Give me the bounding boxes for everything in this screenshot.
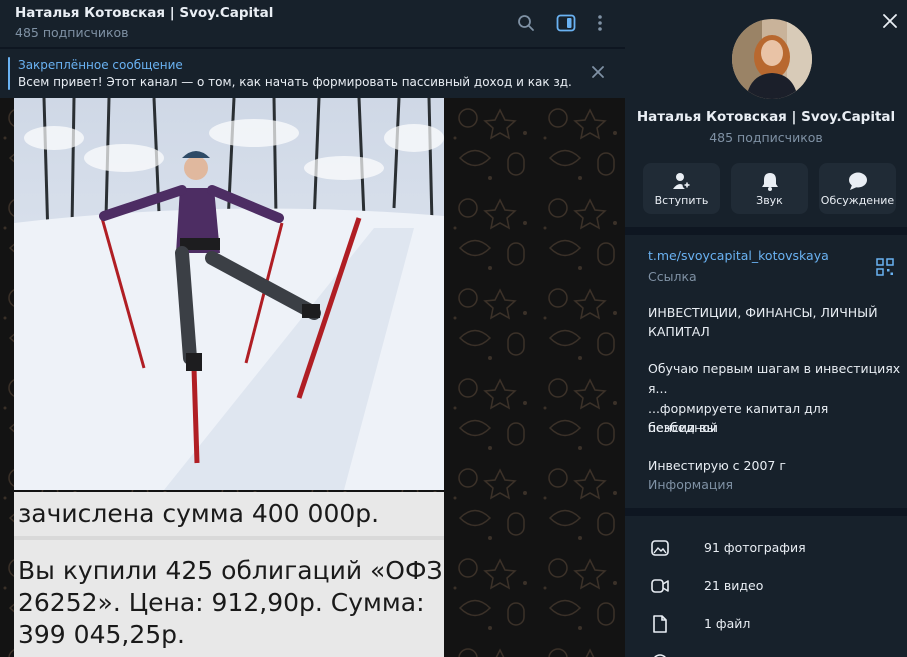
- description-line-3: Обучаю первым шагам в инвестициях: [648, 361, 901, 376]
- description-line-6: пенсии вы: [648, 420, 717, 435]
- media-photos-row[interactable]: 91 фотография: [625, 530, 907, 566]
- media-files-label: 1 файл: [704, 616, 751, 631]
- profile-name: Наталья Котовская | Svoy.Capital: [636, 109, 896, 125]
- media-photos-label: 91 фотография: [704, 540, 806, 555]
- message-line-1: зачислена сумма 400 000р.: [18, 499, 380, 528]
- link-icon: [650, 652, 670, 657]
- description-line-2: КАПИТАЛ: [648, 324, 710, 339]
- discussion-button[interactable]: Обсуждение: [819, 163, 896, 214]
- section-divider: [625, 227, 907, 235]
- chat-header[interactable]: Наталья Котовская | Svoy.Capital 485 под…: [0, 0, 625, 47]
- join-label: Вступить: [654, 194, 709, 207]
- qr-code-icon[interactable]: [876, 258, 894, 276]
- pinned-indicator: [8, 57, 10, 90]
- pinned-text: Всем привет! Этот канал — о том, как нач…: [18, 75, 573, 89]
- media-videos-row[interactable]: 21 видео: [625, 568, 907, 604]
- media-files-row[interactable]: 1 файл: [625, 606, 907, 642]
- media-more-row[interactable]: [625, 644, 907, 657]
- section-divider: [625, 508, 907, 516]
- chat-bubble-icon: [819, 170, 896, 192]
- info-caption: Информация: [648, 477, 734, 492]
- profile-subscriber-count: 485 подписчиков: [709, 130, 823, 145]
- sound-button[interactable]: Звук: [731, 163, 808, 214]
- bell-icon: [731, 170, 808, 192]
- sidebar-toggle-icon[interactable]: [555, 12, 577, 34]
- chat-title[interactable]: Наталья Котовская | Svoy.Capital: [15, 5, 273, 21]
- message-divider: [14, 536, 444, 540]
- more-options-icon[interactable]: [589, 12, 611, 34]
- photo-icon: [650, 538, 670, 558]
- pinned-label: Закреплённое сообщение: [18, 58, 183, 72]
- channel-link[interactable]: t.me/svoycapital_kotovskaya: [648, 248, 829, 263]
- close-icon[interactable]: [881, 12, 899, 30]
- media-videos-label: 21 видео: [704, 578, 764, 593]
- pinned-message-bar[interactable]: Закреплённое сообщение Всем привет! Этот…: [0, 48, 625, 98]
- avatar[interactable]: [732, 19, 812, 99]
- chat-area: Наталья Котовская | Svoy.Capital 485 под…: [0, 0, 625, 657]
- file-icon: [650, 614, 670, 634]
- add-user-icon: [643, 170, 720, 192]
- discussion-label: Обсуждение: [820, 194, 895, 207]
- message-line-2: Вы купили 425 облигаций «ОФЗ: [18, 556, 443, 585]
- sound-label: Звук: [756, 194, 783, 207]
- chat-subscriber-count: 485 подписчиков: [15, 25, 129, 40]
- link-caption: Ссылка: [648, 269, 697, 284]
- close-pinned-icon[interactable]: [590, 64, 606, 80]
- description-line-4: я...: [648, 381, 668, 396]
- profile-panel: Наталья Котовская | Svoy.Capital 485 под…: [625, 0, 907, 657]
- message-text-screenshot: зачислена сумма 400 000р. Вы купили 425 …: [14, 492, 444, 657]
- description-line-7: Инвестирую с 2007 г: [648, 458, 786, 473]
- message-line-4: 399 045,25р.: [18, 620, 185, 649]
- telegram-window: Наталья Котовская | Svoy.Capital 485 под…: [0, 0, 907, 657]
- search-icon[interactable]: [515, 12, 537, 34]
- join-button[interactable]: Вступить: [643, 163, 720, 214]
- description-line-1: ИНВЕСТИЦИИ, ФИНАНСЫ, ЛИЧНЫЙ: [648, 305, 878, 320]
- video-icon: [650, 576, 670, 596]
- message-photo[interactable]: [14, 98, 444, 490]
- message-line-3: 26252». Цена: 912,90р. Сумма:: [18, 588, 425, 617]
